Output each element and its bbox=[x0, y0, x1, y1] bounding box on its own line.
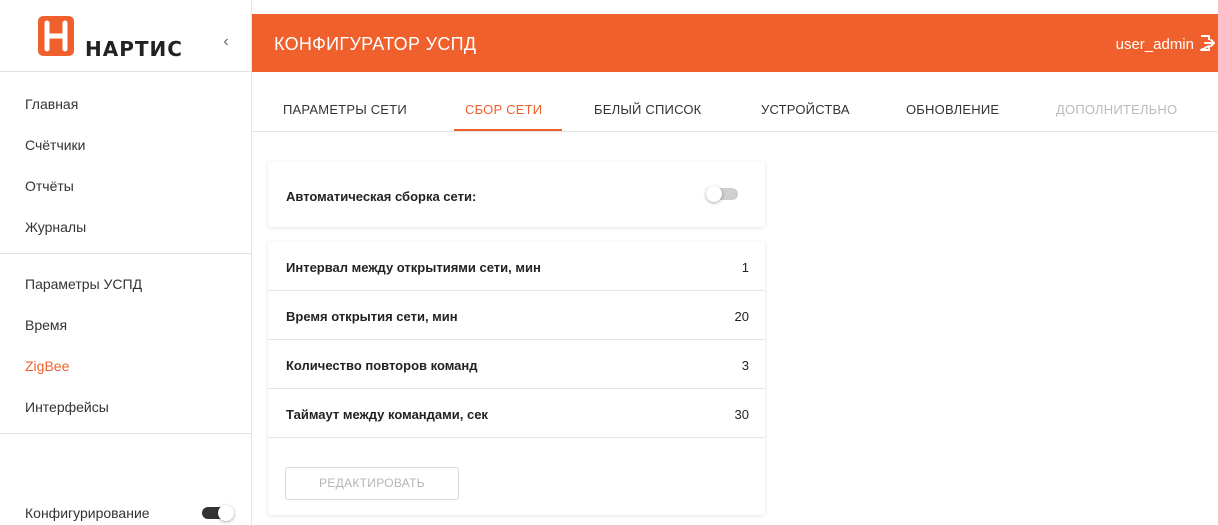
auto-assembly-toggle[interactable] bbox=[706, 186, 738, 202]
app-header: КОНФИГУРАТОР УСПД user_admin bbox=[252, 14, 1218, 72]
settings-row: Время открытия сети, мин 20 bbox=[268, 291, 765, 340]
logo-area: НАРТИС ‹ bbox=[0, 0, 252, 72]
brand-logo-icon bbox=[38, 16, 74, 56]
tab-network-params[interactable]: ПАРАМЕТРЫ СЕТИ bbox=[283, 102, 407, 117]
chevron-left-icon[interactable]: ‹ bbox=[218, 33, 234, 51]
setting-label: Таймаут между командами, сек bbox=[286, 407, 488, 422]
sidebar: НАРТИС ‹ Главная Счётчики Отчёты Журналы… bbox=[0, 0, 252, 525]
auto-assembly-card: Автоматическая сборка сети: bbox=[268, 162, 765, 227]
sidebar-item-zigbee[interactable]: ZigBee bbox=[25, 358, 69, 374]
tab-devices[interactable]: УСТРОЙСТВА bbox=[761, 102, 850, 117]
network-settings-card: Интервал между открытиями сети, мин 1 Вр… bbox=[268, 242, 765, 515]
toggle-knob bbox=[218, 505, 234, 521]
config-mode-toggle[interactable] bbox=[202, 505, 234, 521]
setting-label: Количество повторов команд bbox=[286, 358, 478, 373]
sidebar-item-reports[interactable]: Отчёты bbox=[25, 178, 74, 194]
sidebar-item-home[interactable]: Главная bbox=[25, 96, 78, 112]
tab-network-assembly[interactable]: СБОР СЕТИ bbox=[465, 102, 542, 117]
sidebar-item-logs[interactable]: Журналы bbox=[25, 219, 86, 235]
setting-value: 1 bbox=[741, 260, 749, 275]
sidebar-divider bbox=[0, 433, 252, 434]
active-tab-underline bbox=[454, 129, 562, 131]
settings-row: Интервал между открытиями сети, мин 1 bbox=[268, 242, 765, 291]
settings-row: Количество повторов команд 3 bbox=[268, 340, 765, 389]
tab-white-list[interactable]: БЕЛЫЙ СПИСОК bbox=[594, 102, 701, 117]
sidebar-divider bbox=[0, 253, 252, 254]
edit-button[interactable]: РЕДАКТИРОВАТЬ bbox=[285, 467, 459, 500]
app-title: КОНФИГУРАТОР УСПД bbox=[274, 34, 477, 54]
tab-additional: ДОПОЛНИТЕЛЬНО bbox=[1056, 102, 1178, 117]
sidebar-item-meters[interactable]: Счётчики bbox=[25, 137, 86, 153]
setting-value: 30 bbox=[734, 407, 749, 422]
config-mode-label: Конфигурирование bbox=[25, 505, 150, 521]
current-user[interactable]: user_admin bbox=[1116, 36, 1194, 53]
toggle-knob bbox=[706, 186, 722, 202]
tab-bar: ПАРАМЕТРЫ СЕТИ СБОР СЕТИ БЕЛЫЙ СПИСОК УС… bbox=[252, 72, 1218, 132]
sidebar-item-interfaces[interactable]: Интерфейсы bbox=[25, 399, 109, 415]
auto-assembly-label: Автоматическая сборка сети: bbox=[286, 189, 477, 204]
sidebar-item-uspd-params[interactable]: Параметры УСПД bbox=[25, 276, 142, 292]
logout-icon[interactable] bbox=[1198, 34, 1216, 52]
setting-label: Интервал между открытиями сети, мин bbox=[286, 260, 541, 275]
setting-label: Время открытия сети, мин bbox=[286, 309, 458, 324]
setting-value: 20 bbox=[734, 309, 749, 324]
sidebar-item-time[interactable]: Время bbox=[25, 317, 67, 333]
brand-name: НАРТИС bbox=[85, 37, 183, 61]
tab-update[interactable]: ОБНОВЛЕНИЕ bbox=[906, 102, 999, 117]
settings-row: Таймаут между командами, сек 30 bbox=[268, 389, 765, 438]
setting-value: 3 bbox=[741, 358, 749, 373]
